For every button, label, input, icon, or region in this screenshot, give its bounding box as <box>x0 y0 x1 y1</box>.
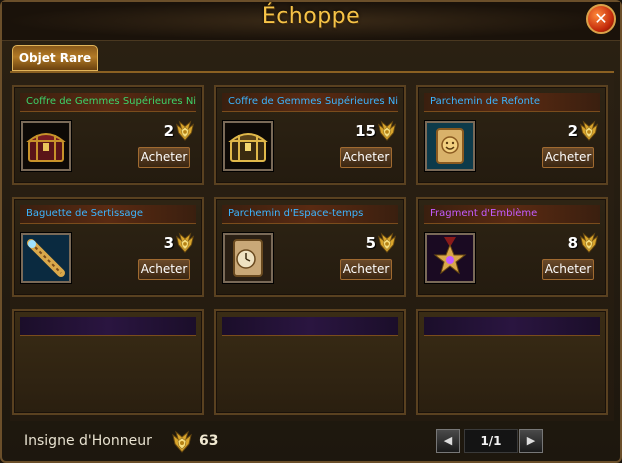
empty-name-bar <box>424 317 600 336</box>
tab-objet-rare[interactable]: Objet Rare <box>12 45 98 71</box>
shop-item-card: Coffre de Gemmes Supérieures Niv. 2 15 A… <box>214 85 406 185</box>
honor-badge-icon <box>174 232 196 254</box>
chest-icon <box>26 133 66 162</box>
empty-name-bar <box>20 317 196 336</box>
next-page-button[interactable]: ▶ <box>519 429 543 453</box>
window-title: Échoppe <box>261 4 361 29</box>
shop-item-card: Parchemin d'Espace-temps 5 Acheter <box>214 197 406 297</box>
chest-icon <box>228 133 268 162</box>
item-name: Parchemin d'Espace-temps <box>222 205 398 224</box>
prev-page-button[interactable]: ◀ <box>436 429 460 453</box>
close-icon: ✕ <box>594 9 608 28</box>
wand-icon <box>23 235 69 281</box>
item-price: 2 <box>567 122 578 140</box>
buy-button[interactable]: Acheter <box>340 147 392 168</box>
shop-item-card: Parchemin de Refonte 2 Acheter <box>416 85 608 185</box>
honor-badge-icon <box>170 430 194 454</box>
honor-badge-icon <box>376 232 398 254</box>
buy-button[interactable]: Acheter <box>340 259 392 280</box>
shop-window: Échoppe ✕ Objet Rare Coffre de Gemmes Su… <box>0 0 622 463</box>
item-icon-slot[interactable] <box>21 121 71 171</box>
title-bar: Échoppe ✕ <box>2 2 620 41</box>
empty-slot <box>12 309 204 415</box>
honor-badge-icon <box>174 120 196 142</box>
shop-item-card: Coffre de Gemmes Supérieures Niv. 1 2 Ac… <box>12 85 204 185</box>
item-price: 5 <box>365 234 376 252</box>
item-name: Baguette de Sertissage <box>20 205 196 224</box>
buy-button[interactable]: Acheter <box>138 147 190 168</box>
emblem-icon <box>427 235 473 281</box>
item-price: 8 <box>567 234 578 252</box>
item-icon-slot[interactable] <box>425 233 475 283</box>
item-price: 2 <box>163 122 174 140</box>
buy-button[interactable]: Acheter <box>542 259 594 280</box>
honor-badge-icon <box>376 120 398 142</box>
item-price: 3 <box>163 234 174 252</box>
honor-badge-icon <box>578 232 600 254</box>
shop-item-card: Baguette de Sertissage 3 Acheter <box>12 197 204 297</box>
item-name: Coffre de Gemmes Supérieures Niv. 1 <box>20 93 196 112</box>
buy-button[interactable]: Acheter <box>542 147 594 168</box>
honor-badge-icon <box>578 120 600 142</box>
item-icon-slot[interactable] <box>223 121 273 171</box>
item-name: Fragment d'Emblème <box>424 205 600 224</box>
empty-name-bar <box>222 317 398 336</box>
item-icon-slot[interactable] <box>21 233 71 283</box>
item-name: Coffre de Gemmes Supérieures Niv. 2 <box>222 93 398 112</box>
item-icon-slot[interactable] <box>223 233 273 283</box>
item-price: 15 <box>355 122 376 140</box>
currency-label: Insigne d'Honneur <box>24 433 152 449</box>
buy-button[interactable]: Acheter <box>138 259 190 280</box>
arrow-right-icon: ▶ <box>526 434 536 447</box>
close-button[interactable]: ✕ <box>586 4 616 34</box>
item-icon-slot[interactable] <box>425 121 475 171</box>
scroll-icon <box>427 123 473 169</box>
item-grid: Coffre de Gemmes Supérieures Niv. 1 2 Ac… <box>10 71 614 421</box>
item-name: Parchemin de Refonte <box>424 93 600 112</box>
page-indicator: 1/1 <box>464 429 518 453</box>
empty-slot <box>416 309 608 415</box>
empty-slot <box>214 309 406 415</box>
arrow-left-icon: ◀ <box>443 434 453 447</box>
clock-scroll-icon <box>225 235 271 281</box>
currency-value: 63 <box>199 433 219 449</box>
shop-item-card: Fragment d'Emblème 8 Acheter <box>416 197 608 297</box>
